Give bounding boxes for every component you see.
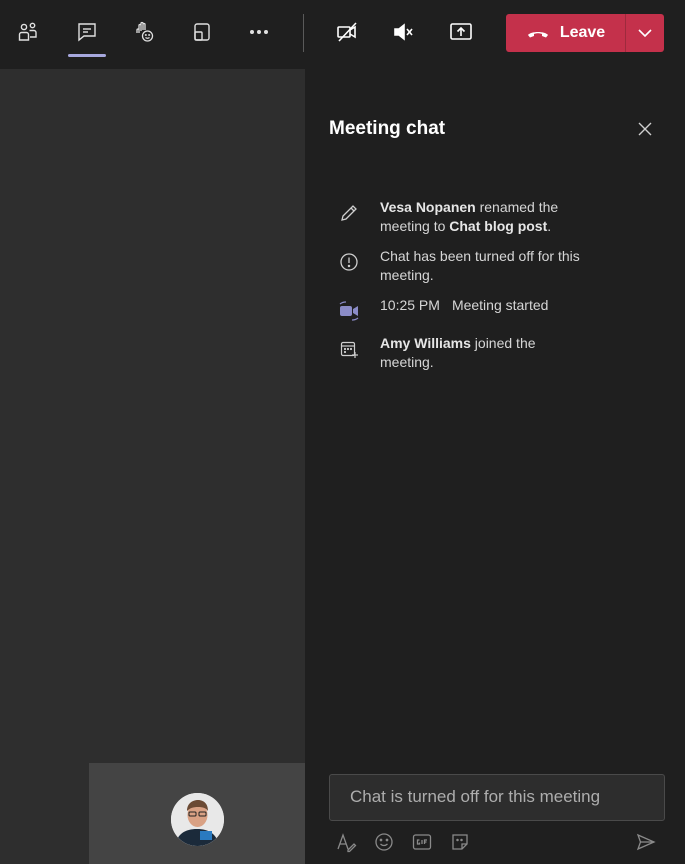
event-text: Vesa Nopanen renamed the meeting to Chat…	[380, 199, 559, 234]
list-item: Amy Williams joined the meeting.	[335, 334, 655, 372]
sticker-icon[interactable]	[449, 831, 471, 853]
raise-hand-icon[interactable]	[126, 14, 162, 50]
meeting-chat-panel: Meeting chat Vesa Nopanen renamed the me…	[305, 69, 685, 864]
more-icon[interactable]	[241, 14, 277, 50]
close-icon	[638, 122, 652, 136]
list-item: Vesa Nopanen renamed the meeting to Chat…	[335, 198, 655, 236]
mic-muted-icon[interactable]	[386, 14, 422, 50]
chat-input[interactable]: Chat is turned off for this meeting	[329, 774, 665, 821]
chat-event-list: Vesa Nopanen renamed the meeting to Chat…	[335, 198, 655, 383]
emoji-icon[interactable]	[373, 831, 395, 853]
leave-options-button[interactable]	[626, 14, 664, 52]
send-icon[interactable]	[635, 831, 657, 853]
close-button[interactable]	[631, 117, 659, 141]
gif-icon[interactable]	[411, 831, 433, 853]
hang-up-icon	[527, 32, 548, 38]
event-text: Chat has been turned off for this meetin…	[380, 248, 580, 283]
leave-button-group: Leave	[506, 14, 664, 52]
pencil-icon	[335, 201, 363, 225]
list-item: 10:25 PM Meeting started	[335, 296, 655, 323]
list-item: Chat has been turned off for this meetin…	[335, 247, 655, 285]
meeting-toolbar: Leave	[0, 0, 685, 69]
event-time: 10:25 PM	[380, 297, 440, 313]
panel-title: Meeting chat	[329, 118, 446, 139]
calendar-add-icon	[335, 337, 363, 361]
format-icon[interactable]	[335, 831, 357, 853]
avatar	[171, 793, 224, 846]
share-screen-icon[interactable]	[443, 14, 479, 50]
info-icon	[335, 250, 363, 274]
active-tab-indicator	[68, 54, 106, 57]
composer-toolbar	[335, 831, 471, 853]
chat-icon[interactable]	[69, 14, 105, 50]
breakout-rooms-icon[interactable]	[184, 14, 220, 50]
user-photo	[171, 793, 224, 846]
camera-off-icon[interactable]	[329, 14, 365, 50]
meeting-stage	[0, 69, 305, 864]
video-camera-icon	[335, 299, 363, 323]
chevron-down-icon	[638, 29, 652, 38]
people-icon[interactable]	[10, 14, 46, 50]
toolbar-divider	[303, 14, 304, 52]
self-video-tile[interactable]	[89, 763, 305, 864]
leave-label: Leave	[559, 24, 606, 41]
event-text: Amy Williams joined the meeting.	[380, 335, 536, 370]
event-text: 10:25 PM Meeting started	[380, 297, 549, 313]
leave-button[interactable]: Leave	[506, 14, 625, 52]
